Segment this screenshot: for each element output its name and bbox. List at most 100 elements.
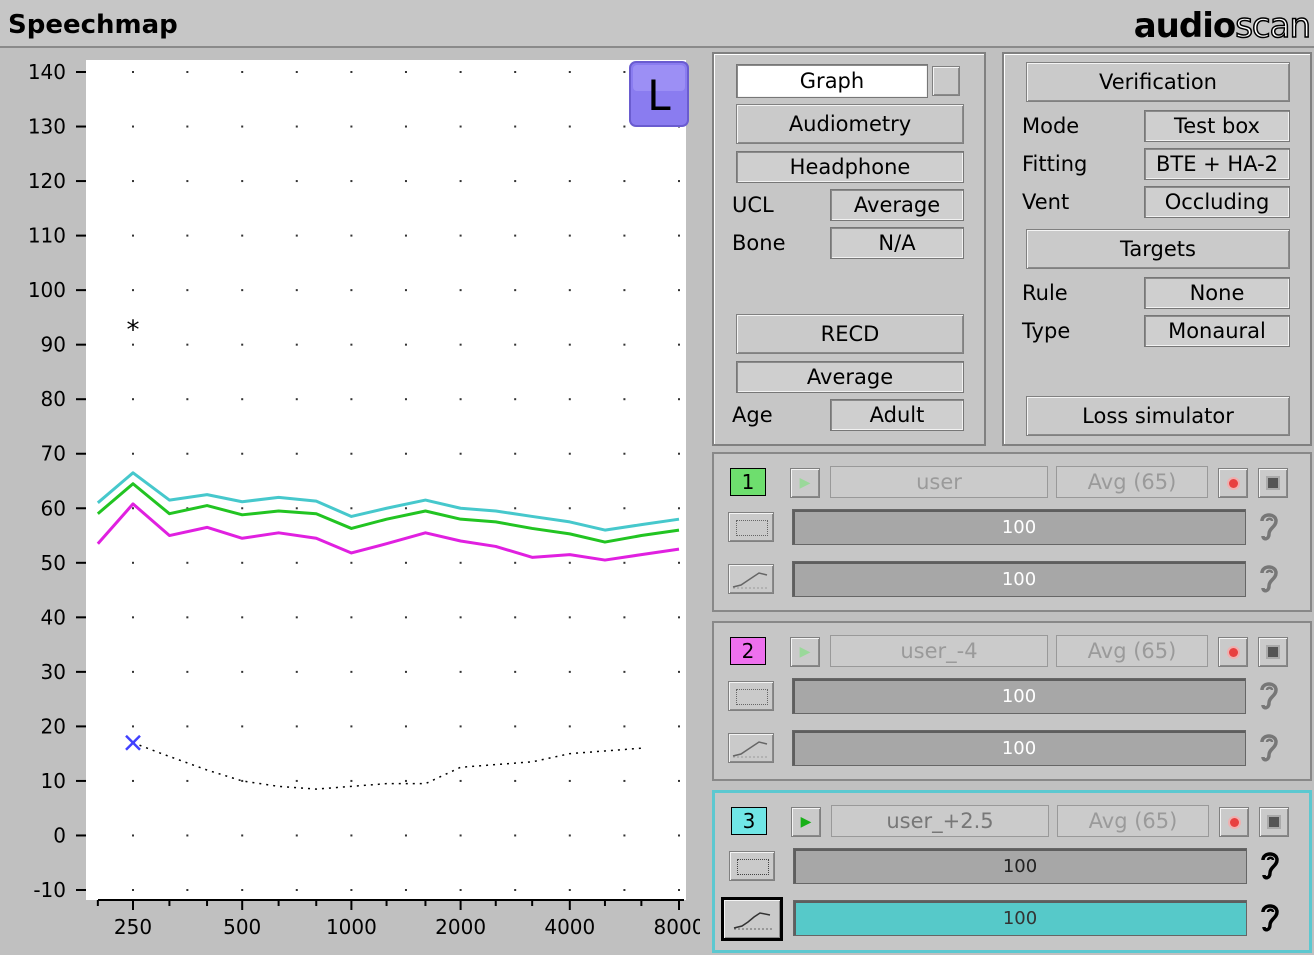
grid-dot: [295, 71, 298, 73]
channel-3-panel: 3 ▶ user_+2.5 Avg (65) 100 100: [712, 790, 1312, 953]
channel-3-level-bar-2[interactable]: 100: [793, 900, 1247, 936]
channel-3-table-button[interactable]: [729, 851, 775, 881]
grid-dot: [186, 616, 189, 619]
channel-1-record-button[interactable]: [1218, 468, 1248, 498]
grid-dot: [350, 670, 353, 673]
channel-3-play-button[interactable]: ▶: [791, 807, 821, 837]
targets-button[interactable]: Targets: [1026, 229, 1290, 269]
channel-1-stimulus-field[interactable]: Avg (65): [1056, 466, 1208, 498]
grid-dot: [678, 670, 680, 673]
channel-2-level-bar-2[interactable]: 100: [792, 730, 1246, 766]
channel-2-stimulus-field[interactable]: Avg (65): [1056, 635, 1208, 667]
ucl-field[interactable]: Average: [830, 189, 964, 221]
stop-icon: [1268, 647, 1278, 657]
channel-2-ear-icon-2[interactable]: [1254, 730, 1282, 766]
ucl-marker: *: [127, 315, 140, 345]
ear-icon: [1261, 852, 1279, 880]
channel-2-level-bar-1[interactable]: 100: [792, 678, 1246, 714]
channel-1-number[interactable]: 1: [730, 468, 766, 496]
grid-dot: [514, 343, 517, 346]
channel-2-ear-icon-1[interactable]: [1254, 678, 1282, 714]
recd-button[interactable]: RECD: [736, 314, 964, 354]
channel-3-record-button[interactable]: [1219, 807, 1249, 837]
channel-1-table-button[interactable]: [728, 512, 774, 542]
speechmap-chart[interactable]: 140 130 120 110 100 90 80 70 60 50 40 30 20 10 0 -10 250…: [0, 48, 700, 955]
channel-3-ear-icon-2[interactable]: [1255, 900, 1283, 936]
transducer-field[interactable]: Headphone: [736, 151, 964, 183]
grid-dot: [132, 561, 134, 564]
y-tick-label: 110: [28, 224, 66, 248]
channel-2-name-field[interactable]: user_-4: [830, 635, 1048, 667]
ear-icon: [1260, 682, 1278, 710]
record-icon: [1229, 817, 1239, 827]
grid-dot: [241, 234, 244, 237]
channel-1-ear-icon-2[interactable]: [1254, 561, 1282, 597]
grid-dot: [241, 889, 244, 891]
channel-1-ear-icon-1[interactable]: [1254, 509, 1282, 545]
channel-2-play-button[interactable]: ▶: [790, 637, 820, 667]
channel-3-ear-icon-1[interactable]: [1255, 848, 1283, 884]
channel-1-curve-button[interactable]: [728, 564, 774, 594]
grid-dot: [404, 289, 407, 292]
grid-dot: [678, 180, 680, 183]
age-field[interactable]: Adult: [830, 399, 964, 431]
channel-3-curve-button[interactable]: [721, 897, 783, 941]
x-tick-label: 8000: [654, 915, 700, 939]
recd-field[interactable]: Average: [736, 361, 964, 393]
grid-dot: [186, 234, 189, 237]
grid-dot: [241, 452, 244, 455]
grid-dot: [132, 670, 134, 673]
channel-2-stop-button[interactable]: [1258, 637, 1288, 667]
channel-1-level-bar-2[interactable]: 100: [792, 561, 1246, 597]
y-tick-label: 30: [41, 660, 66, 684]
grid-dot: [459, 398, 462, 401]
type-field[interactable]: Monaural: [1144, 315, 1290, 347]
grid-dot: [295, 343, 298, 346]
channel-3-level-bar-1[interactable]: 100: [793, 848, 1247, 884]
grid-dot: [459, 779, 462, 782]
channel-2-curve-button[interactable]: [728, 733, 774, 763]
chart-svg[interactable]: 1401301201101009080706050403020100-10250…: [0, 48, 700, 955]
grid-dot: [678, 561, 680, 564]
channel-3-name-field[interactable]: user_+2.5: [831, 805, 1049, 837]
graph-toggle-button[interactable]: [932, 66, 960, 96]
channel-1-level-bar-1[interactable]: 100: [792, 509, 1246, 545]
grid-dot: [186, 834, 189, 837]
channel-1-panel: 1 ▶ user Avg (65) 100 100: [712, 452, 1312, 612]
y-tick-label: 20: [41, 714, 66, 738]
channel-2-number[interactable]: 2: [730, 637, 766, 665]
grid-dot: [295, 725, 298, 728]
bone-field[interactable]: N/A: [830, 227, 964, 259]
verification-button[interactable]: Verification: [1026, 62, 1290, 102]
fitting-field[interactable]: BTE + HA-2: [1144, 148, 1290, 180]
ear-icon: [1260, 565, 1278, 593]
y-tick-label: -10: [33, 878, 66, 902]
grid-dot: [132, 725, 134, 728]
rule-label: Rule: [1022, 281, 1068, 305]
rule-field[interactable]: None: [1144, 277, 1290, 309]
channel-1-name-field[interactable]: user: [830, 466, 1048, 498]
channel-2-record-button[interactable]: [1218, 637, 1248, 667]
grid-dot: [514, 507, 517, 510]
grid-dot: [459, 561, 462, 564]
y-tick-label: 140: [28, 60, 66, 84]
grid-dot: [241, 398, 244, 401]
channel-3-number[interactable]: 3: [731, 807, 767, 835]
grid-dot: [568, 234, 571, 237]
grid-dot: [404, 889, 407, 891]
vent-field[interactable]: Occluding: [1144, 186, 1290, 218]
y-tick-label: 50: [41, 551, 66, 575]
loss-simulator-button[interactable]: Loss simulator: [1026, 396, 1290, 436]
mode-field[interactable]: Test box: [1144, 110, 1290, 142]
channel-1-play-button[interactable]: ▶: [790, 468, 820, 498]
grid-dot: [404, 398, 407, 401]
channel-2-table-button[interactable]: [728, 681, 774, 711]
channel-3-stimulus-field[interactable]: Avg (65): [1057, 805, 1209, 837]
channel-1-stop-button[interactable]: [1258, 468, 1288, 498]
audiometry-button[interactable]: Audiometry: [736, 104, 964, 144]
channel-3-stop-button[interactable]: [1259, 807, 1289, 837]
grid-dot: [404, 125, 407, 128]
grid-dot: [514, 398, 517, 401]
graph-field[interactable]: Graph: [736, 64, 928, 98]
grid-dot: [241, 180, 244, 183]
